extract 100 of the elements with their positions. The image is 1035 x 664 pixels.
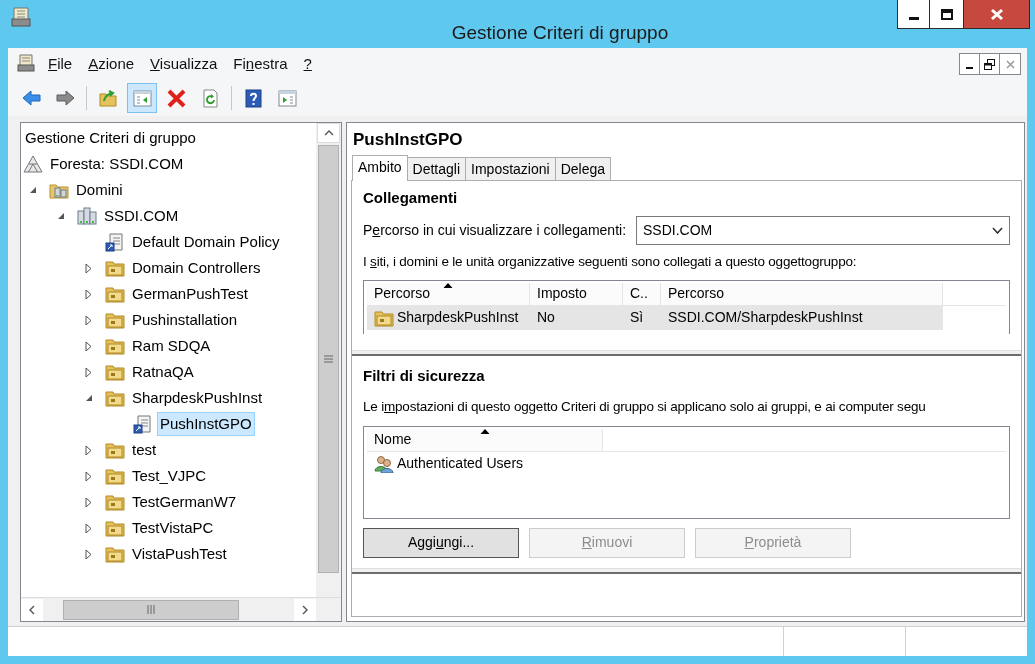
folder-icon [105,311,125,329]
scroll-thumb[interactable] [63,599,239,620]
chevron-right-icon [302,604,308,615]
horizontal-scrollbar[interactable] [21,598,316,621]
folder-icon [105,363,125,381]
folder-icon [105,441,125,459]
triangle-icon [23,155,43,173]
list-row[interactable]: Authenticated Users [367,451,1006,476]
console-icon [10,6,32,28]
collapsed-arrow-icon[interactable] [85,262,92,274]
expanded-arrow-icon[interactable] [57,212,65,220]
collapsed-arrow-icon[interactable] [85,340,92,352]
servers-icon [77,207,97,225]
tree-item[interactable]: GermanPushTest [129,282,251,306]
tab[interactable]: Impostazioni [465,157,556,180]
tree-item[interactable]: Domini [73,178,126,202]
tree-item[interactable]: SharpdeskPushInst [129,386,266,410]
list-row[interactable]: SharpdeskPushInst No Sì SSDI.COM/SharpdeskPushInst [367,305,943,330]
section-title: Collegamenti [363,188,459,208]
tab[interactable]: Delega [554,157,611,180]
minimize-button[interactable] [897,0,930,29]
column-header[interactable]: Percorso [661,282,943,305]
menu-item[interactable]: Finestra [225,52,296,76]
collapsed-arrow-icon[interactable] [85,548,92,560]
action-button[interactable]: Aggiungi... [363,527,519,558]
sort-up-icon [443,282,453,289]
folder-icon [105,519,125,537]
column-header[interactable]: Nome [367,428,603,451]
description-text: Le impostazioni di questo oggetto Criteri di gruppo si applicano solo ai gruppi, e ai computer segu [363,398,927,417]
collapsed-arrow-icon[interactable] [85,522,92,534]
menu-item[interactable]: Visualizza [142,52,226,76]
description-text: I siti, i domini e le unità organizzative seguenti sono collegati a questo oggettogruppo: [363,252,858,271]
menu-item[interactable]: ? [295,52,320,76]
pane-heading: PushInstGPO [352,129,464,151]
collapsed-arrow-icon[interactable] [85,366,92,378]
collapsed-arrow-icon[interactable] [85,470,92,482]
tree-item[interactable]: TestVistaPC [129,516,217,540]
folder-icon [105,337,125,355]
table-cell-text: Sì [630,308,644,328]
expanded-arrow-icon[interactable] [85,394,93,402]
tab[interactable]: Dettagli [406,157,467,180]
column-header[interactable]: Percorso [367,282,530,305]
location-dropdown[interactable]: SSDI.COM [636,215,1010,245]
chevron-up-icon [323,130,334,136]
close-icon [1005,59,1015,69]
tree-item[interactable]: test [129,438,160,462]
folder-icon [105,285,125,303]
field-label: Percorso in cui visualizzare i collegamenti: [363,220,626,240]
folder-icon [105,389,125,407]
folder-server-icon [49,181,69,199]
folder-arrow-icon [97,87,119,109]
tree-item[interactable]: Pushinstallation [129,308,241,332]
console-icon [16,53,36,73]
folder-icon [105,545,125,563]
folder-icon [105,493,125,511]
pane-icon [131,87,153,109]
expanded-arrow-icon[interactable] [29,186,37,194]
help-icon [242,87,264,109]
vertical-scrollbar[interactable] [316,123,341,597]
tree-item[interactable]: Domain Controllers [129,256,264,280]
table-cell-text: Authenticated Users [397,454,524,473]
tree-item[interactable]: Foresta: SSDI.COM [47,152,187,176]
tree-item[interactable]: Test_VJPC [129,464,210,488]
tree-item[interactable]: Default Domain Policy [129,230,283,254]
forward-arrow-icon [54,87,76,109]
scroll-thumb[interactable] [318,145,339,573]
tree-item[interactable]: TestGermanW7 [129,490,240,514]
grip-icon [324,355,333,363]
tree-item[interactable]: PushInstGPO [157,412,255,436]
grip-icon [147,605,155,614]
minimize-icon [908,16,919,20]
column-header[interactable]: Imposto [530,282,623,305]
collapsed-arrow-icon[interactable] [85,314,92,326]
scroll-document-icon [133,414,153,434]
menu-item[interactable]: File [40,52,81,76]
folder-icon [374,308,394,327]
close-button[interactable] [964,0,1030,29]
maximize-button[interactable] [930,0,964,29]
tab[interactable]: Ambito [352,155,408,181]
table-cell-text: SharpdeskPushInst [397,308,519,328]
tree-root[interactable]: Gestione Criteri di gruppo [21,125,316,151]
collapsed-arrow-icon[interactable] [85,444,92,456]
tree-item[interactable]: RatnaQA [129,360,197,384]
folder-icon [105,467,125,485]
window-title: Gestione Criteri di gruppo [450,21,670,45]
close-icon [989,7,1004,21]
tree-item[interactable]: VistaPushTest [129,542,230,566]
column-header[interactable]: C.. [623,282,661,305]
collapsed-arrow-icon[interactable] [85,288,92,300]
menu-item[interactable]: Azione [80,52,143,76]
users-icon [374,454,394,473]
back-arrow-icon [20,87,42,109]
collapsed-arrow-icon[interactable] [85,496,92,508]
folder-icon [105,259,125,277]
chevron-down-icon [992,226,1003,234]
table-cell-text: SSDI.COM/SharpdeskPushInst [668,308,863,328]
tree-item[interactable]: Ram SDQA [129,334,214,358]
section-title: Filtri di sicurezza [363,365,486,386]
table-cell-text: No [537,308,555,328]
tree-item[interactable]: SSDI.COM [101,204,182,228]
